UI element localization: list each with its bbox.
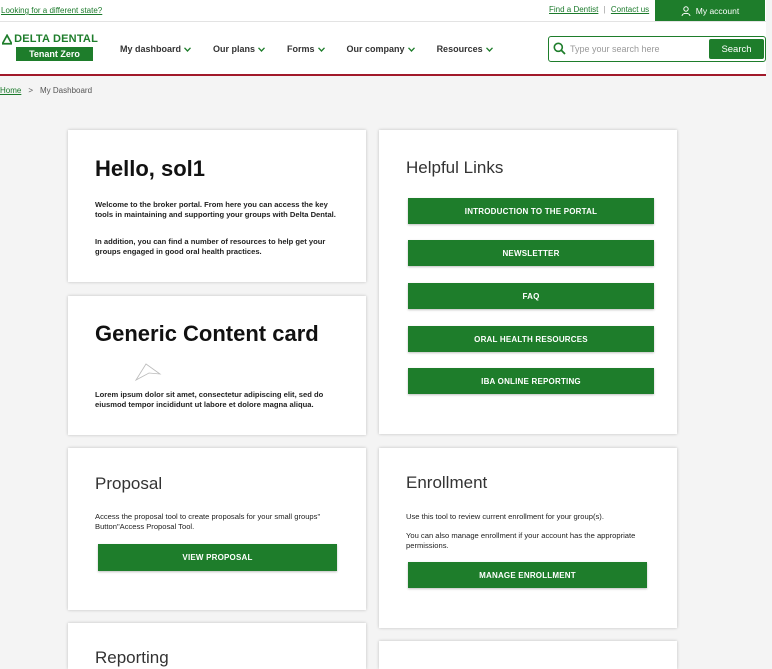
- breadcrumb-separator: >: [28, 86, 34, 95]
- proposal-card: Proposal Access the proposal tool to cre…: [68, 448, 366, 610]
- my-account-button[interactable]: My account: [655, 0, 765, 21]
- nav-label: Our plans: [213, 44, 256, 54]
- user-icon: [681, 5, 691, 16]
- utility-bar: Looking for a different state? Find a De…: [0, 0, 766, 22]
- generic-card-title: Generic Content card: [95, 321, 319, 346]
- reporting-title: Reporting: [95, 648, 169, 667]
- next-card: [379, 641, 677, 669]
- find-dentist-link[interactable]: Find a Dentist: [549, 5, 598, 14]
- nav-our-company[interactable]: Our company: [347, 44, 415, 54]
- helpful-links-card: Helpful Links INTRODUCTION TO THE PORTAL…: [379, 130, 677, 434]
- generic-card-body: Lorem ipsum dolor sit amet, consectetur …: [95, 390, 324, 409]
- mouse-cursor-icon: [134, 363, 162, 382]
- logo-tenant-badge: Tenant Zero: [16, 47, 93, 61]
- search-icon: [553, 42, 566, 55]
- manage-enrollment-button[interactable]: MANAGE ENROLLMENT: [408, 562, 647, 588]
- utility-separator: |: [603, 5, 606, 14]
- nav-forms[interactable]: Forms: [287, 44, 325, 54]
- proposal-title: Proposal: [95, 474, 163, 493]
- nav-label: Forms: [287, 44, 315, 54]
- nav-label: Resources: [436, 44, 483, 54]
- primary-nav: My dashboard Our plans Forms Our company…: [120, 44, 515, 54]
- newsletter-button[interactable]: NEWSLETTER: [408, 240, 654, 266]
- intro-portal-button[interactable]: INTRODUCTION TO THE PORTAL: [408, 198, 654, 224]
- enrollment-paragraph-1: Use this tool to review current enrollme…: [406, 512, 604, 521]
- site-search: Search: [548, 36, 766, 62]
- different-state-link[interactable]: Looking for a different state?: [1, 6, 102, 15]
- enrollment-paragraph-2: You can also manage enrollment if your a…: [406, 531, 636, 550]
- search-input[interactable]: [570, 41, 705, 57]
- chevron-down-icon: [184, 46, 191, 52]
- enrollment-card: Enrollment Use this tool to review curre…: [379, 448, 677, 628]
- logo[interactable]: DELTA DENTAL Tenant Zero: [2, 33, 98, 63]
- nav-label: Our company: [346, 44, 405, 54]
- search-button[interactable]: Search: [709, 39, 764, 59]
- delta-triangle-icon: [2, 33, 13, 45]
- nav-my-dashboard[interactable]: My dashboard: [120, 44, 191, 54]
- nav-our-plans[interactable]: Our plans: [213, 44, 266, 54]
- welcome-paragraph-1: Welcome to the broker portal. From here …: [95, 200, 336, 219]
- proposal-body: Access the proposal tool to create propo…: [95, 512, 321, 531]
- chevron-down-icon: [317, 46, 325, 52]
- logo-brand-text: DELTA DENTAL: [14, 33, 98, 45]
- chevron-down-icon: [407, 46, 415, 52]
- oral-health-resources-button[interactable]: ORAL HEALTH RESOURCES: [408, 326, 654, 352]
- reporting-card: Reporting: [68, 623, 366, 669]
- welcome-paragraph-2: In addition, you can find a number of re…: [95, 237, 326, 256]
- utility-links: Find a Dentist | Contact us: [549, 5, 649, 14]
- helpful-links-title: Helpful Links: [406, 158, 504, 177]
- enrollment-title: Enrollment: [406, 473, 488, 492]
- generic-content-card: Generic Content card Lorem ipsum dolor s…: [68, 296, 366, 435]
- nav-resources[interactable]: Resources: [437, 44, 493, 54]
- chevron-down-icon: [485, 46, 493, 52]
- welcome-card: Hello, sol1 Welcome to the broker portal…: [68, 130, 366, 282]
- main-header: DELTA DENTAL Tenant Zero My dashboard Ou…: [0, 22, 766, 76]
- chevron-down-icon: [258, 46, 266, 52]
- welcome-title: Hello, sol1: [95, 156, 206, 181]
- breadcrumb-current: My Dashboard: [40, 86, 93, 95]
- nav-label: My dashboard: [120, 44, 182, 54]
- breadcrumb-home-link[interactable]: Home: [0, 86, 21, 95]
- view-proposal-button[interactable]: VIEW PROPOSAL: [98, 544, 337, 571]
- iba-online-reporting-button[interactable]: IBA ONLINE REPORTING: [408, 368, 654, 394]
- faq-button[interactable]: FAQ: [408, 283, 654, 309]
- my-account-label: My account: [695, 5, 740, 16]
- contact-us-link[interactable]: Contact us: [611, 5, 649, 14]
- breadcrumb: Home > My Dashboard: [0, 86, 92, 95]
